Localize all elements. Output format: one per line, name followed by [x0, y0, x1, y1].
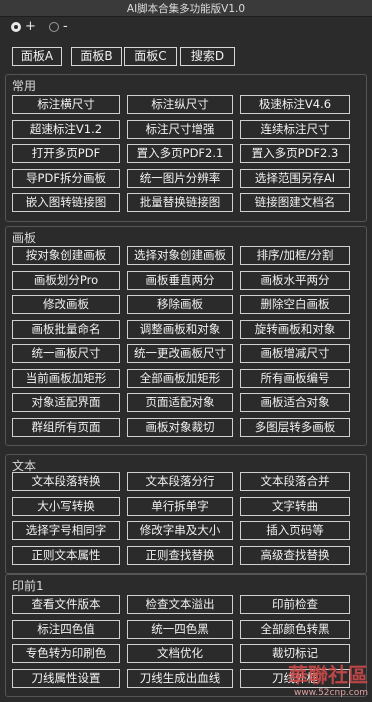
panel-c-button[interactable]: 面板C [124, 47, 177, 66]
tool-button[interactable]: 画板垂直两分 [127, 271, 233, 290]
tool-button[interactable]: 统一更改画板尺寸 [127, 344, 233, 363]
tool-button[interactable]: 群组所有页面 [12, 418, 120, 437]
tool-button[interactable]: 选择字号相同字 [12, 521, 120, 540]
tool-button[interactable]: 文档优化 [127, 644, 233, 663]
tool-button[interactable]: 排序/加框/分割 [240, 246, 350, 265]
tool-button[interactable]: 对象适配界面 [12, 393, 120, 412]
mode-selector: + - [0, 17, 372, 39]
tool-button[interactable]: 页面适配对象 [127, 393, 233, 412]
tool-button[interactable]: 画板适合对象 [240, 393, 350, 412]
tool-button[interactable]: 刀线外框 [240, 669, 350, 688]
tool-button[interactable]: 连续标注尺寸 [240, 120, 350, 139]
tool-button[interactable]: 文本段落合并 [240, 472, 350, 491]
tool-button[interactable]: 标注尺寸增强 [127, 120, 233, 139]
tool-button[interactable]: 当前画板加矩形 [12, 369, 120, 388]
tool-button[interactable]: 文本段落分行 [127, 472, 233, 491]
tool-button[interactable]: 链接图建文档名 [240, 193, 350, 212]
tool-button[interactable]: 画板对象裁切 [127, 418, 233, 437]
panel-b-button[interactable]: 面板B [71, 47, 122, 66]
tool-button[interactable]: 按对象创建画板 [12, 246, 120, 265]
tool-button[interactable]: 置入多页PDF2.1 [127, 144, 233, 163]
tool-button[interactable]: 统一画板尺寸 [12, 344, 120, 363]
tool-button[interactable]: 调整画板和对象 [127, 320, 233, 339]
tool-button[interactable]: 修改字串及大小 [127, 521, 233, 540]
tool-button[interactable]: 画板水平两分 [240, 271, 350, 290]
radio-minus-label: - [63, 19, 68, 34]
search-d-button[interactable]: 搜索D [180, 47, 235, 66]
tool-button[interactable]: 正则查找替换 [127, 546, 233, 565]
tool-button[interactable]: 移除画板 [127, 295, 233, 314]
tool-button[interactable]: 正则文本属性 [12, 546, 120, 565]
tool-button[interactable]: 刀线生成出血线 [127, 669, 233, 688]
tool-button[interactable]: 删除空白画板 [240, 295, 350, 314]
tool-button[interactable]: 画板批量命名 [12, 320, 120, 339]
tool-button[interactable]: 嵌入图转链接图 [12, 193, 120, 212]
tool-button[interactable]: 文字转曲 [240, 497, 350, 516]
tool-button[interactable]: 画板划分Pro [12, 271, 120, 290]
tool-button[interactable]: 全部画板加矩形 [127, 369, 233, 388]
tool-button[interactable]: 导PDF拆分画板 [12, 169, 120, 188]
tool-button[interactable]: 裁切标记 [240, 644, 350, 663]
tool-button[interactable]: 多图层转多画板 [240, 418, 350, 437]
tool-button[interactable]: 标注四色值 [12, 620, 120, 639]
tool-button[interactable]: 画板增减尺寸 [240, 344, 350, 363]
tool-button[interactable]: 单行拆单字 [127, 497, 233, 516]
tool-button[interactable]: 大小写转换 [12, 497, 120, 516]
tool-button[interactable]: 选择范围另存AI [240, 169, 350, 188]
tool-button[interactable]: 统一图片分辨率 [127, 169, 233, 188]
title-bar: AI脚本合集多功能版V1.0 [0, 0, 372, 17]
tool-button[interactable]: 修改画板 [12, 295, 120, 314]
tool-button[interactable]: 专色转为印刷色 [12, 644, 120, 663]
tool-button[interactable]: 统一四色黑 [127, 620, 233, 639]
tool-button[interactable]: 超速标注V1.2 [12, 120, 120, 139]
panel-a-button[interactable]: 面板A [12, 47, 62, 66]
section-title-artboard: 画板 [12, 231, 37, 245]
tool-button[interactable]: 选择对象创建画板 [127, 246, 233, 265]
tool-button[interactable]: 极速标注V4.6 [240, 95, 350, 114]
window-title: AI脚本合集多功能版V1.0 [126, 3, 246, 15]
tool-button[interactable]: 高级查找替换 [240, 546, 350, 565]
tool-button[interactable]: 印前检查 [240, 595, 350, 614]
tool-button[interactable]: 刀线属性设置 [12, 669, 120, 688]
tool-button[interactable]: 文本段落转换 [12, 472, 120, 491]
tool-button[interactable]: 标注横尺寸 [12, 95, 120, 114]
section-title-common: 常用 [12, 79, 37, 93]
tool-button[interactable]: 全部颜色转黑 [240, 620, 350, 639]
radio-minus[interactable] [49, 22, 59, 32]
radio-plus[interactable] [11, 22, 21, 32]
tool-button[interactable]: 所有画板编号 [240, 369, 350, 388]
tool-button[interactable]: 标注纵尺寸 [127, 95, 233, 114]
radio-plus-label: + [25, 19, 36, 34]
tool-button[interactable]: 置入多页PDF2.3 [240, 144, 350, 163]
tool-button[interactable]: 查看文件版本 [12, 595, 120, 614]
tool-button[interactable]: 旋转画板和对象 [240, 320, 350, 339]
tool-button[interactable]: 打开多页PDF [12, 144, 120, 163]
tool-button[interactable]: 插入页码等 [240, 521, 350, 540]
tool-button[interactable]: 批量替换链接图 [127, 193, 233, 212]
tool-button[interactable]: 检查文本溢出 [127, 595, 233, 614]
section-title-prepress1: 印前1 [12, 579, 44, 593]
